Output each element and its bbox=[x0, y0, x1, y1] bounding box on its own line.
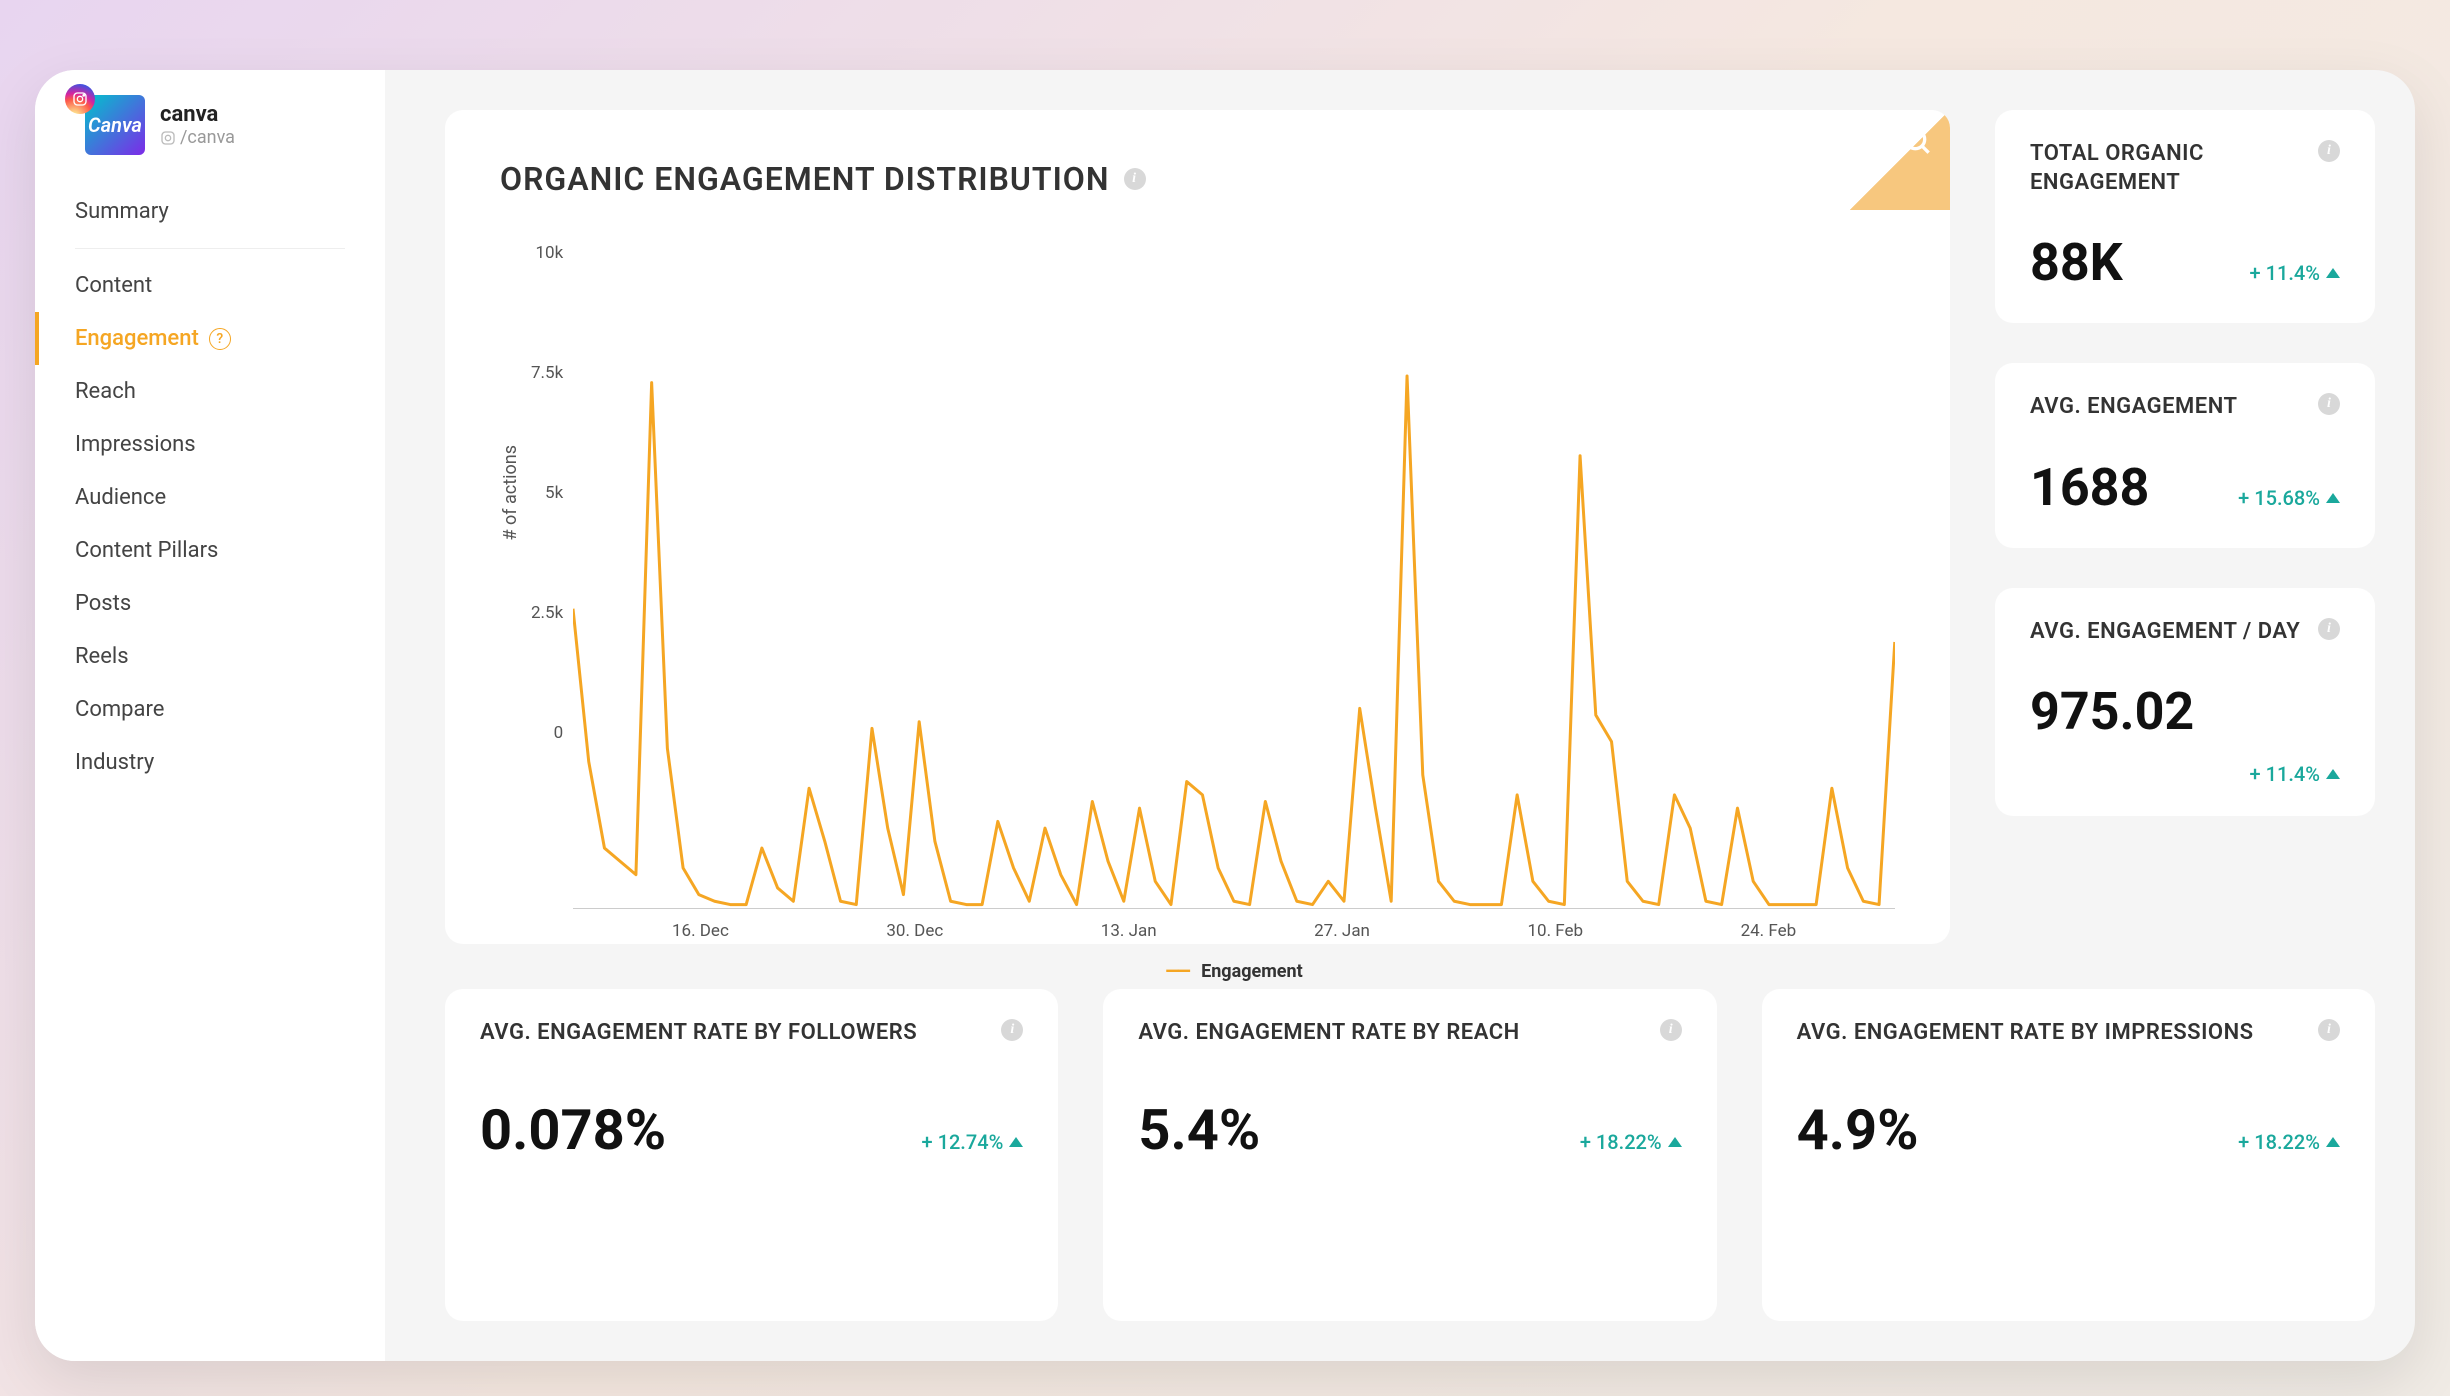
stat-value: 0.078% bbox=[480, 1097, 666, 1163]
sidebar-item-impressions[interactable]: Impressions bbox=[35, 418, 385, 471]
sidebar-item-compare[interactable]: Compare bbox=[35, 683, 385, 736]
stats-bottom-row: AVG. ENGAGEMENT RATE BY FOLLOWERS i 0.07… bbox=[445, 989, 2375, 1321]
stat-delta: + 15.68% bbox=[2238, 486, 2340, 510]
y-ticks: 10k 7.5k 5k 2.5k 0 bbox=[531, 243, 573, 743]
chart-title: ORGANIC ENGAGEMENT DISTRIBUTION i bbox=[500, 160, 1895, 198]
stat-title: AVG. ENGAGEMENT RATE BY REACH bbox=[1138, 1019, 1519, 1048]
up-arrow-icon bbox=[1668, 1137, 1682, 1147]
stat-delta: + 11.4% bbox=[2250, 261, 2340, 285]
chart-area: # of actions 10k 7.5k 5k 2.5k 0 16. Dec … bbox=[500, 243, 1895, 743]
up-arrow-icon bbox=[1009, 1137, 1023, 1147]
app-window: Canva canva /canva Summary Content Engag… bbox=[35, 70, 2415, 1361]
stat-value: 88K bbox=[2030, 232, 2123, 293]
sidebar-nav: Summary Content Engagement ? Reach Impre… bbox=[35, 180, 385, 794]
info-icon[interactable]: i bbox=[1124, 168, 1146, 190]
stat-title: AVG. ENGAGEMENT bbox=[2030, 393, 2238, 422]
sidebar-item-posts[interactable]: Posts bbox=[35, 577, 385, 630]
stat-delta: + 12.74% bbox=[922, 1130, 1024, 1154]
sidebar-item-content[interactable]: Content bbox=[35, 259, 385, 312]
up-arrow-icon bbox=[2326, 1137, 2340, 1147]
sidebar-item-reach[interactable]: Reach bbox=[35, 365, 385, 418]
stat-value: 4.9% bbox=[1797, 1097, 1919, 1163]
divider bbox=[75, 248, 345, 249]
chart-legend: —— Engagement bbox=[573, 961, 1895, 982]
stat-avg-engagement-day: AVG. ENGAGEMENT / DAY i 975.02 + 11.4% bbox=[1995, 588, 2375, 817]
up-arrow-icon bbox=[2326, 268, 2340, 278]
stat-delta: + 11.4% bbox=[2030, 762, 2340, 786]
sidebar-item-content-pillars[interactable]: Content Pillars bbox=[35, 524, 385, 577]
stat-title: TOTAL ORGANIC ENGAGEMENT bbox=[2030, 140, 2318, 197]
instagram-badge-icon bbox=[65, 84, 95, 114]
stat-eng-rate-impressions: AVG. ENGAGEMENT RATE BY IMPRESSIONS i 4.… bbox=[1762, 989, 2375, 1321]
up-arrow-icon bbox=[2326, 493, 2340, 503]
info-icon[interactable]: i bbox=[2318, 393, 2340, 415]
up-arrow-icon bbox=[2326, 769, 2340, 779]
zoom-corner-button[interactable] bbox=[1850, 110, 1950, 210]
info-icon[interactable]: i bbox=[2318, 1019, 2340, 1041]
info-icon[interactable]: i bbox=[2318, 618, 2340, 640]
stat-title: AVG. ENGAGEMENT / DAY bbox=[2030, 618, 2300, 647]
chart-card: ORGANIC ENGAGEMENT DISTRIBUTION i # of a… bbox=[445, 110, 1950, 944]
sidebar-item-label: Engagement bbox=[75, 326, 199, 351]
info-icon[interactable]: i bbox=[1001, 1019, 1023, 1041]
sidebar: Canva canva /canva Summary Content Engag… bbox=[35, 70, 385, 1361]
sidebar-item-reels[interactable]: Reels bbox=[35, 630, 385, 683]
info-icon[interactable]: i bbox=[2318, 140, 2340, 162]
stat-eng-rate-reach: AVG. ENGAGEMENT RATE BY REACH i 5.4% + 1… bbox=[1103, 989, 1716, 1321]
legend-line-icon: —— bbox=[1166, 961, 1189, 982]
main-content: ORGANIC ENGAGEMENT DISTRIBUTION i # of a… bbox=[385, 70, 2415, 1361]
profile-handle: /canva bbox=[160, 127, 235, 148]
stat-delta: + 18.22% bbox=[1580, 1130, 1682, 1154]
stat-value: 1688 bbox=[2030, 457, 2149, 518]
stat-value: 5.4% bbox=[1138, 1097, 1260, 1163]
search-icon bbox=[1902, 126, 1934, 158]
stat-avg-engagement: AVG. ENGAGEMENT i 1688 + 15.68% bbox=[1995, 363, 2375, 548]
stat-total-organic-engagement: TOTAL ORGANIC ENGAGEMENT i 88K + 11.4% bbox=[1995, 110, 2375, 323]
chart-plot[interactable] bbox=[573, 243, 1895, 909]
sidebar-item-engagement[interactable]: Engagement ? bbox=[35, 312, 385, 365]
x-ticks: 16. Dec 30. Dec 13. Jan 27. Jan 10. Feb … bbox=[573, 921, 1895, 941]
stat-delta: + 18.22% bbox=[2238, 1130, 2340, 1154]
instagram-small-icon bbox=[160, 130, 176, 146]
stat-title: AVG. ENGAGEMENT RATE BY IMPRESSIONS bbox=[1797, 1019, 2254, 1048]
y-axis-label: # of actions bbox=[500, 445, 521, 541]
stat-title: AVG. ENGAGEMENT RATE BY FOLLOWERS bbox=[480, 1019, 917, 1048]
stat-value: 975.02 bbox=[2030, 681, 2340, 742]
sidebar-item-audience[interactable]: Audience bbox=[35, 471, 385, 524]
sidebar-item-industry[interactable]: Industry bbox=[35, 736, 385, 789]
info-icon[interactable]: i bbox=[1660, 1019, 1682, 1041]
profile-name: canva bbox=[160, 102, 235, 127]
sidebar-item-summary[interactable]: Summary bbox=[35, 185, 385, 238]
stats-right-column: TOTAL ORGANIC ENGAGEMENT i 88K + 11.4% A… bbox=[1995, 110, 2375, 944]
stat-eng-rate-followers: AVG. ENGAGEMENT RATE BY FOLLOWERS i 0.07… bbox=[445, 989, 1058, 1321]
help-icon[interactable]: ? bbox=[209, 328, 231, 350]
